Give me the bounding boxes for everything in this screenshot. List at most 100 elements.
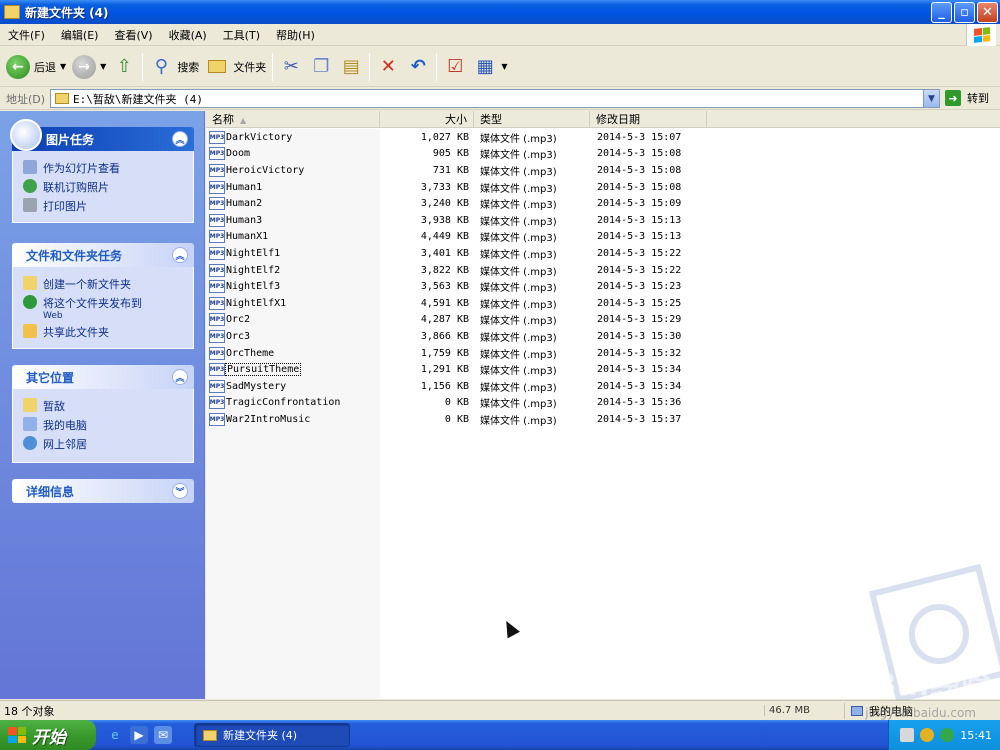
other-places-header[interactable]: 其它位置 ︽ (12, 365, 194, 389)
file-size: 4,591 KB (420, 297, 469, 309)
menu-view[interactable]: 查看(V) (106, 27, 160, 43)
column-modified[interactable]: 修改日期 (590, 111, 707, 128)
file-type: 媒体文件 (.mp3) (480, 183, 557, 195)
file-row[interactable]: MP3 HumanX1 4,449 KB 媒体文件 (.mp3) 2014-5-3 15… (206, 229, 1000, 246)
maximize-button[interactable]: ▫ (954, 2, 975, 23)
menu-edit[interactable]: 编辑(E) (53, 27, 107, 43)
file-name: Doom (226, 148, 251, 160)
file-row[interactable]: MP3 TragicConfrontation 0 KB 媒体文件 (.mp3) 201… (206, 395, 1000, 412)
forward-button[interactable]: → ▼ (72, 51, 106, 83)
file-row[interactable]: MP3 Orc3 3,866 KB 媒体文件 (.mp3) 2014-5-3 15:30 (206, 328, 1000, 345)
views-button[interactable]: ▦ ▼ (473, 51, 508, 83)
task-slideshow[interactable]: 作为幻灯片查看 (23, 160, 183, 176)
file-type: 媒体文件 (.mp3) (480, 382, 557, 394)
file-name: TragicConfrontation (226, 397, 341, 409)
file-date: 2014-5-3 15:08 (597, 164, 682, 176)
mp3-file-icon: MP3 (209, 147, 225, 161)
file-row[interactable]: MP3 War2IntroMusic 0 KB 媒体文件 (.mp3) 2014-5-3… (206, 411, 1000, 428)
menu-file[interactable]: 文件(F) (0, 27, 53, 43)
file-row[interactable]: MP3 HeroicVictory 731 KB 媒体文件 (.mp3) 2014-5-… (206, 162, 1000, 179)
minimize-button[interactable]: _ (931, 2, 952, 23)
place-folder[interactable]: 暂敌 (23, 398, 183, 414)
file-type: 媒体文件 (.mp3) (480, 150, 557, 162)
file-date: 2014-5-3 15:09 (597, 198, 682, 210)
cut-icon: ✂ (283, 56, 299, 77)
file-date: 2014-5-3 15:29 (597, 314, 682, 326)
undo-button[interactable]: ↶ (406, 51, 430, 83)
collapse-icon[interactable]: ︽ (172, 247, 188, 263)
outlook-icon[interactable]: ✉ (154, 726, 172, 744)
file-row[interactable]: MP3 Orc2 4,287 KB 媒体文件 (.mp3) 2014-5-3 15:29 (206, 312, 1000, 329)
task-order-prints[interactable]: 联机订购照片 (23, 179, 183, 195)
folder-icon (23, 398, 37, 412)
place-network[interactable]: 网上邻居 (23, 436, 183, 452)
title-bar[interactable]: 新建文件夹 (4) _ ▫ ✕ (0, 0, 1000, 24)
file-tasks-header[interactable]: 文件和文件夹任务 ︽ (12, 243, 194, 267)
menu-favorites[interactable]: 收藏(A) (161, 27, 215, 43)
file-row[interactable]: MP3 Human1 3,733 KB 媒体文件 (.mp3) 2014-5-3 15:… (206, 179, 1000, 196)
file-row[interactable]: MP3 PursuitTheme 1,291 KB 媒体文件 (.mp3) 2014-5… (206, 361, 1000, 378)
delete-button[interactable]: ✕ (376, 51, 400, 83)
network-icon (23, 436, 37, 450)
file-size: 3,401 KB (420, 247, 469, 259)
collapse-icon[interactable]: ︽ (172, 131, 188, 147)
file-row[interactable]: MP3 DarkVictory 1,027 KB 媒体文件 (.mp3) 2014-5-… (206, 129, 1000, 146)
file-type: 媒体文件 (.mp3) (480, 216, 557, 228)
place-my-computer[interactable]: 我的电脑 (23, 417, 183, 433)
file-row[interactable]: MP3 NightElf3 3,563 KB 媒体文件 (.mp3) 2014-5-3 … (206, 278, 1000, 295)
file-list[interactable]: 名称 ▲ 大小 类型 修改日期 MP3 DarkVictory 1,027 KB 媒体文… (206, 111, 1000, 704)
paste-button[interactable]: ▤ (339, 51, 363, 83)
copy-button[interactable]: ❐ (309, 51, 333, 83)
back-button[interactable]: ← 后退 ▼ (6, 51, 66, 83)
mp3-file-icon: MP3 (209, 296, 225, 310)
properties-button[interactable]: ☑ (443, 51, 467, 83)
folders-button[interactable]: 文件夹 (205, 51, 266, 83)
file-row[interactable]: MP3 Human3 3,938 KB 媒体文件 (.mp3) 2014-5-3 15:… (206, 212, 1000, 229)
file-row[interactable]: MP3 NightElf2 3,822 KB 媒体文件 (.mp3) 2014-5-3 … (206, 262, 1000, 279)
column-size[interactable]: 大小 (380, 111, 474, 128)
close-button[interactable]: ✕ (977, 2, 998, 23)
file-row[interactable]: MP3 SadMystery 1,156 KB 媒体文件 (.mp3) 2014-5-3… (206, 378, 1000, 395)
collapse-icon[interactable]: ︽ (172, 369, 188, 385)
search-button[interactable]: ⚲ 搜索 (149, 51, 200, 83)
file-size: 3,240 KB (420, 198, 469, 210)
security-shield-icon[interactable] (920, 728, 935, 742)
file-row[interactable]: MP3 Human2 3,240 KB 媒体文件 (.mp3) 2014-5-3 15:… (206, 195, 1000, 212)
task-new-folder[interactable]: 创建一个新文件夹 (23, 276, 183, 292)
back-dropdown-icon[interactable]: ▼ (60, 62, 66, 71)
file-type: 媒体文件 (.mp3) (480, 133, 557, 145)
file-row[interactable]: MP3 NightElfX1 4,591 KB 媒体文件 (.mp3) 2014-5-3… (206, 295, 1000, 312)
file-row[interactable]: MP3 Doom 905 KB 媒体文件 (.mp3) 2014-5-3 15:08 (206, 146, 1000, 163)
column-name[interactable]: 名称 ▲ (206, 111, 380, 128)
details-header[interactable]: 详细信息 ︾ (12, 479, 194, 503)
internet-explorer-icon[interactable]: e (106, 726, 124, 744)
keyboard-icon[interactable] (900, 728, 915, 742)
file-row[interactable]: MP3 OrcTheme 1,759 KB 媒体文件 (.mp3) 2014-5-3 1… (206, 345, 1000, 362)
task-share-folder[interactable]: 共享此文件夹 (23, 324, 183, 340)
taskbar-window-button[interactable]: 新建文件夹 (4) (194, 723, 350, 747)
menu-tools[interactable]: 工具(T) (215, 27, 268, 43)
address-input[interactable]: E:\暂敌\新建文件夹 (4) ▼ (50, 89, 940, 108)
media-player-icon[interactable]: ▶ (130, 726, 148, 744)
picture-tasks-title: 图片任务 (46, 132, 95, 147)
start-button[interactable]: 开始 (0, 720, 96, 750)
mp3-file-icon: MP3 (209, 363, 225, 377)
column-type[interactable]: 类型 (474, 111, 590, 128)
go-button[interactable]: ➜ 转到 (945, 90, 989, 106)
menu-help[interactable]: 帮助(H) (268, 27, 323, 43)
file-size: 1,759 KB (420, 347, 469, 359)
cut-button[interactable]: ✂ (279, 51, 303, 83)
up-button[interactable]: ⇧ (112, 51, 136, 83)
address-dropdown-icon[interactable]: ▼ (923, 90, 939, 107)
task-print[interactable]: 打印图片 (23, 198, 183, 214)
file-name: PursuitTheme (225, 363, 302, 377)
file-row[interactable]: MP3 NightElf1 3,401 KB 媒体文件 (.mp3) 2014-5-3 … (206, 245, 1000, 262)
forward-arrow-icon: → (72, 54, 97, 79)
forward-dropdown-icon[interactable]: ▼ (100, 62, 106, 71)
file-name: NightElf2 (226, 264, 281, 276)
antivirus-icon[interactable] (940, 728, 955, 742)
task-publish-web[interactable]: 将这个文件夹发布到 Web (23, 295, 183, 321)
expand-icon[interactable]: ︾ (172, 483, 188, 499)
file-name: HeroicVictory (226, 164, 305, 176)
views-dropdown-icon[interactable]: ▼ (501, 62, 507, 71)
